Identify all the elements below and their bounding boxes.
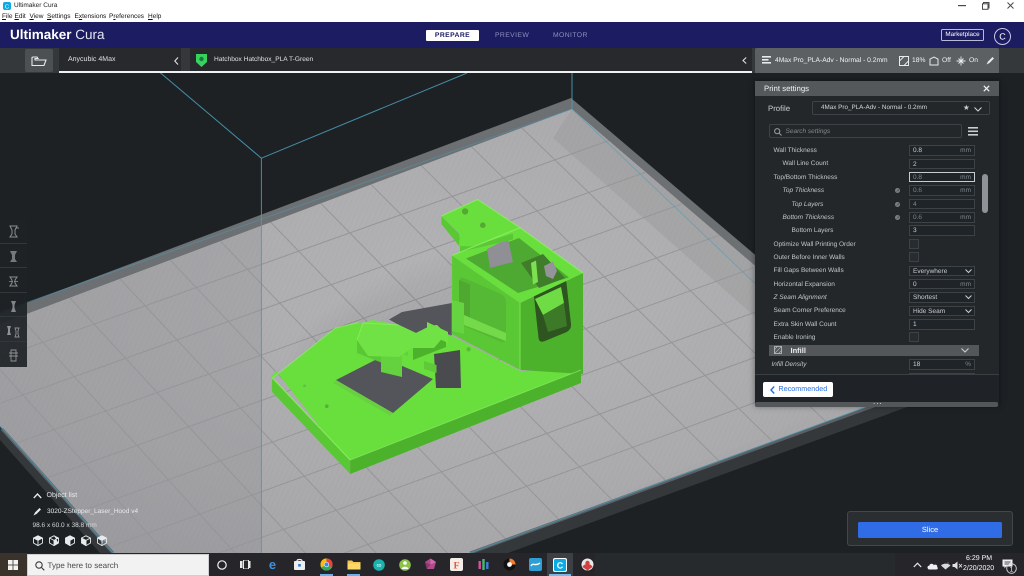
svg-text:C: C: [557, 560, 564, 570]
svg-text:1: 1: [1010, 566, 1014, 573]
svg-text:C: C: [5, 4, 10, 11]
svg-text:∞: ∞: [377, 562, 382, 569]
svg-text:F: F: [453, 561, 459, 572]
svg-text:C: C: [999, 32, 1006, 42]
svg-text:e: e: [269, 558, 276, 571]
